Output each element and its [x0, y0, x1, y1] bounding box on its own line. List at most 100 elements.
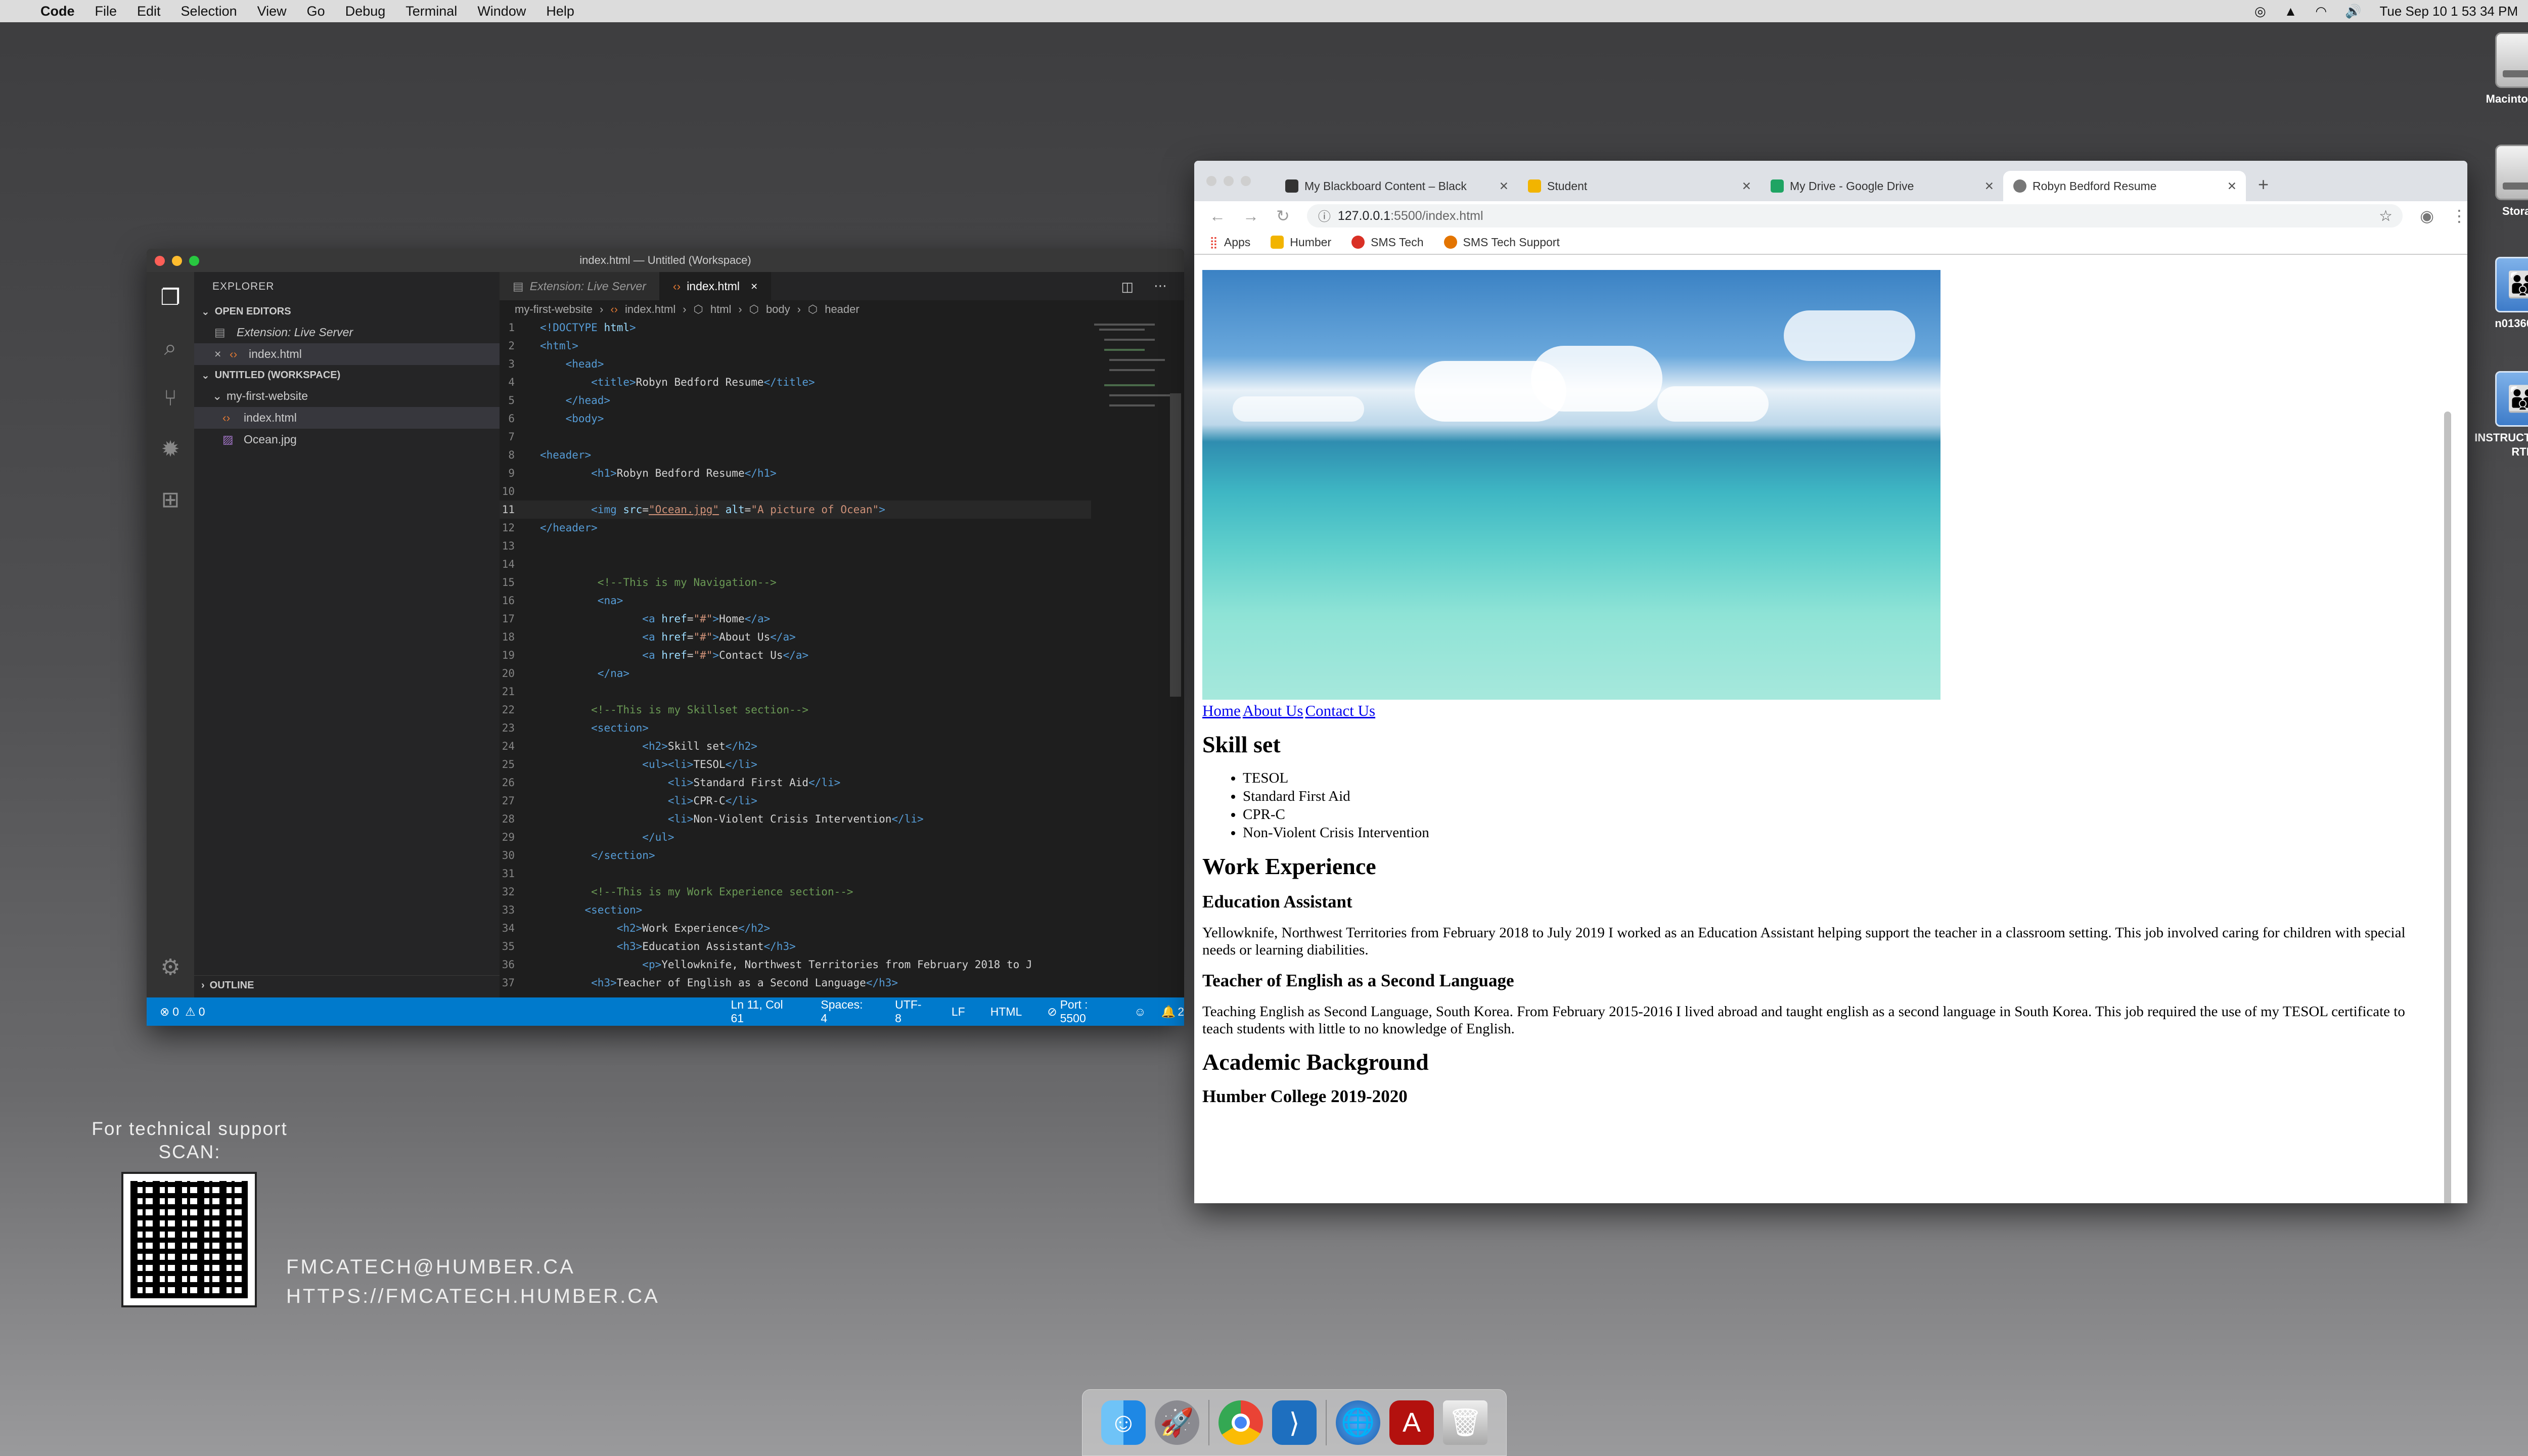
breadcrumb-item[interactable]: body	[766, 303, 790, 316]
airplay-icon[interactable]: ▲	[2284, 4, 2297, 19]
warning-icon[interactable]: ⚠	[185, 1005, 196, 1019]
volume-icon[interactable]: 🔊	[2345, 4, 2361, 19]
nav-link-about-us[interactable]: About Us	[1243, 702, 1303, 719]
tree-folder-my-first-website[interactable]: ⌄ my-first-website	[194, 385, 500, 407]
desktop-icon-storage[interactable]: Storage	[2467, 145, 2528, 218]
vscode-title-bar[interactable]: index.html — Untitled (Workspace)	[147, 249, 1184, 272]
wifi-icon[interactable]: ◠	[2315, 4, 2327, 19]
code-line[interactable]: 5 </head>	[500, 391, 1091, 410]
code-line[interactable]: 36 <p>Yellowknife, Northwest Territories…	[500, 956, 1091, 974]
workspace-section[interactable]: ⌄ UNTITLED (WORKSPACE)	[194, 365, 500, 385]
error-count[interactable]: 0	[172, 1005, 179, 1019]
browser-tab-resume[interactable]: Robyn Bedford Resume ✕	[2003, 171, 2246, 201]
code-line[interactable]: 19 <a href="#">Contact Us</a>	[500, 646, 1091, 664]
bookmark-star-icon[interactable]: ☆	[2379, 207, 2392, 225]
manage-gear-icon[interactable]: ⚙	[147, 942, 194, 992]
open-editor-index-html[interactable]: × ‹› index.html	[194, 343, 500, 365]
vscode-icon[interactable]: ⟩	[1272, 1400, 1317, 1445]
chrome-menu-icon[interactable]: ⋮	[2451, 206, 2467, 225]
code-line[interactable]: 35 <h3>Education Assistant</h3>	[500, 937, 1091, 956]
bookmark-humber[interactable]: Humber	[1271, 236, 1331, 249]
live-server-port[interactable]: Port : 5500	[1060, 998, 1114, 1025]
explorer-files-icon[interactable]: ❐	[147, 272, 194, 323]
debug-icon[interactable]: ✹	[147, 424, 194, 474]
minimap[interactable]	[1089, 318, 1170, 420]
extensions-icon[interactable]: ⊞	[147, 474, 194, 525]
desktop-icon-macintosh-hd[interactable]: Macintosh HD	[2467, 32, 2528, 106]
split-editor-icon[interactable]: ◫	[1121, 279, 1134, 295]
code-line[interactable]: 21	[500, 682, 1091, 701]
menu-debug[interactable]: Debug	[345, 4, 386, 19]
close-tab-icon[interactable]: ✕	[1742, 179, 1751, 193]
cursor-position[interactable]: Ln 11, Col 61	[731, 998, 796, 1025]
page-scrollbar[interactable]	[2444, 412, 2451, 1203]
bookmark-apps[interactable]: ⣿ Apps	[1209, 236, 1250, 249]
chrome-icon[interactable]	[1218, 1400, 1263, 1445]
minimize-window-icon[interactable]	[172, 256, 182, 266]
finder-icon[interactable]: ☺	[1101, 1400, 1146, 1445]
more-actions-icon[interactable]: ⋯	[1154, 278, 1167, 294]
menu-file[interactable]: File	[95, 4, 117, 19]
code-line[interactable]: 22 <!--This is my Skillset section-->	[500, 701, 1091, 719]
breadcrumb-item[interactable]: index.html	[625, 303, 675, 316]
desktop-icon-instructorsnorth[interactable]: 👪 INSTRUCTORSNO RTH	[2467, 371, 2528, 459]
nav-link-contact-us[interactable]: Contact Us	[1305, 702, 1375, 719]
indentation[interactable]: Spaces: 4	[821, 998, 870, 1025]
close-window-icon[interactable]	[155, 256, 165, 266]
forward-arrow-icon[interactable]: →	[1243, 207, 1259, 225]
end-of-line[interactable]: LF	[952, 1005, 965, 1019]
minimize-window-icon[interactable]	[1224, 176, 1234, 186]
code-line[interactable]: 8 <header>	[500, 446, 1091, 464]
editor-scrollbar[interactable]	[1170, 393, 1181, 697]
code-line[interactable]: 15 <!--This is my Navigation-->	[500, 573, 1091, 592]
file-encoding[interactable]: UTF-8	[895, 998, 926, 1025]
tree-file-ocean-jpg[interactable]: ▨ Ocean.jpg	[194, 429, 500, 450]
menu-window[interactable]: Window	[477, 4, 526, 19]
bookmark-sms-tech[interactable]: SMS Tech	[1351, 236, 1424, 249]
new-tab-plus-icon[interactable]: +	[2258, 174, 2269, 195]
code-line[interactable]: 17 <a href="#">Home</a>	[500, 610, 1091, 628]
code-line[interactable]: 4 <title>Robyn Bedford Resume</title>	[500, 373, 1091, 391]
code-line[interactable]: 27 <li>CPR-C</li>	[500, 792, 1091, 810]
menubar-clock[interactable]: Tue Sep 10 1 53 34 PM	[2379, 4, 2518, 19]
code-line[interactable]: 28 <li>Non-Violent Crisis Intervention</…	[500, 810, 1091, 828]
profile-avatar-icon[interactable]: ◉	[2420, 206, 2434, 225]
browser-tab-blackboard[interactable]: My Blackboard Content – Black ✕	[1275, 171, 1518, 201]
info-icon[interactable]: ⓘ	[1318, 207, 1331, 225]
close-icon[interactable]: ×	[751, 280, 757, 293]
nav-link-home[interactable]: Home	[1202, 702, 1241, 719]
feedback-smiley-icon[interactable]: ☺	[1134, 1005, 1146, 1019]
code-line[interactable]: 31	[500, 864, 1091, 883]
menu-go[interactable]: Go	[307, 4, 325, 19]
breadcrumb-item[interactable]: my-first-website	[515, 303, 593, 316]
code-line[interactable]: 34 <h2>Work Experience</h2>	[500, 919, 1091, 937]
app-menu[interactable]: Code	[40, 4, 75, 19]
close-tab-icon[interactable]: ✕	[1984, 179, 1994, 193]
back-arrow-icon[interactable]: ←	[1209, 207, 1226, 225]
menu-terminal[interactable]: Terminal	[405, 4, 457, 19]
notifications-bell-icon[interactable]: 🔔	[1161, 1005, 1176, 1019]
code-line[interactable]: 23 <section>	[500, 719, 1091, 737]
code-line[interactable]: 13	[500, 537, 1091, 555]
trash-icon[interactable]: 🗑	[1443, 1400, 1487, 1445]
menu-help[interactable]: Help	[546, 4, 574, 19]
desktop-icon-n01360740[interactable]: 👪 n01360740	[2467, 257, 2528, 331]
network-globe-icon[interactable]: 🌐	[1336, 1400, 1380, 1445]
open-editor-live-server[interactable]: ▤ Extension: Live Server	[194, 322, 500, 343]
code-line[interactable]: 9 <h1>Robyn Bedford Resume</h1>	[500, 464, 1091, 482]
browser-tab-google-drive[interactable]: My Drive - Google Drive ✕	[1760, 171, 2003, 201]
launchpad-icon[interactable]: 🚀	[1155, 1400, 1199, 1445]
browser-tab-student[interactable]: Student ✕	[1518, 171, 1760, 201]
code-line[interactable]: 26 <li>Standard First Aid</li>	[500, 774, 1091, 792]
live-server-icon[interactable]: ⊘	[1047, 1005, 1057, 1019]
code-line[interactable]: 25 <ul><li>TESOL</li>	[500, 755, 1091, 774]
menu-view[interactable]: View	[257, 4, 287, 19]
close-icon[interactable]: ×	[214, 347, 230, 361]
zoom-window-icon[interactable]	[189, 256, 199, 266]
code-line[interactable]: 1 <!DOCTYPE html>	[500, 318, 1091, 337]
breadcrumb-item[interactable]: html	[710, 303, 732, 316]
search-icon[interactable]: ⌕	[147, 323, 194, 373]
code-line[interactable]: 24 <h2>Skill set</h2>	[500, 737, 1091, 755]
code-line[interactable]: 30 </section>	[500, 846, 1091, 864]
menu-edit[interactable]: Edit	[137, 4, 161, 19]
